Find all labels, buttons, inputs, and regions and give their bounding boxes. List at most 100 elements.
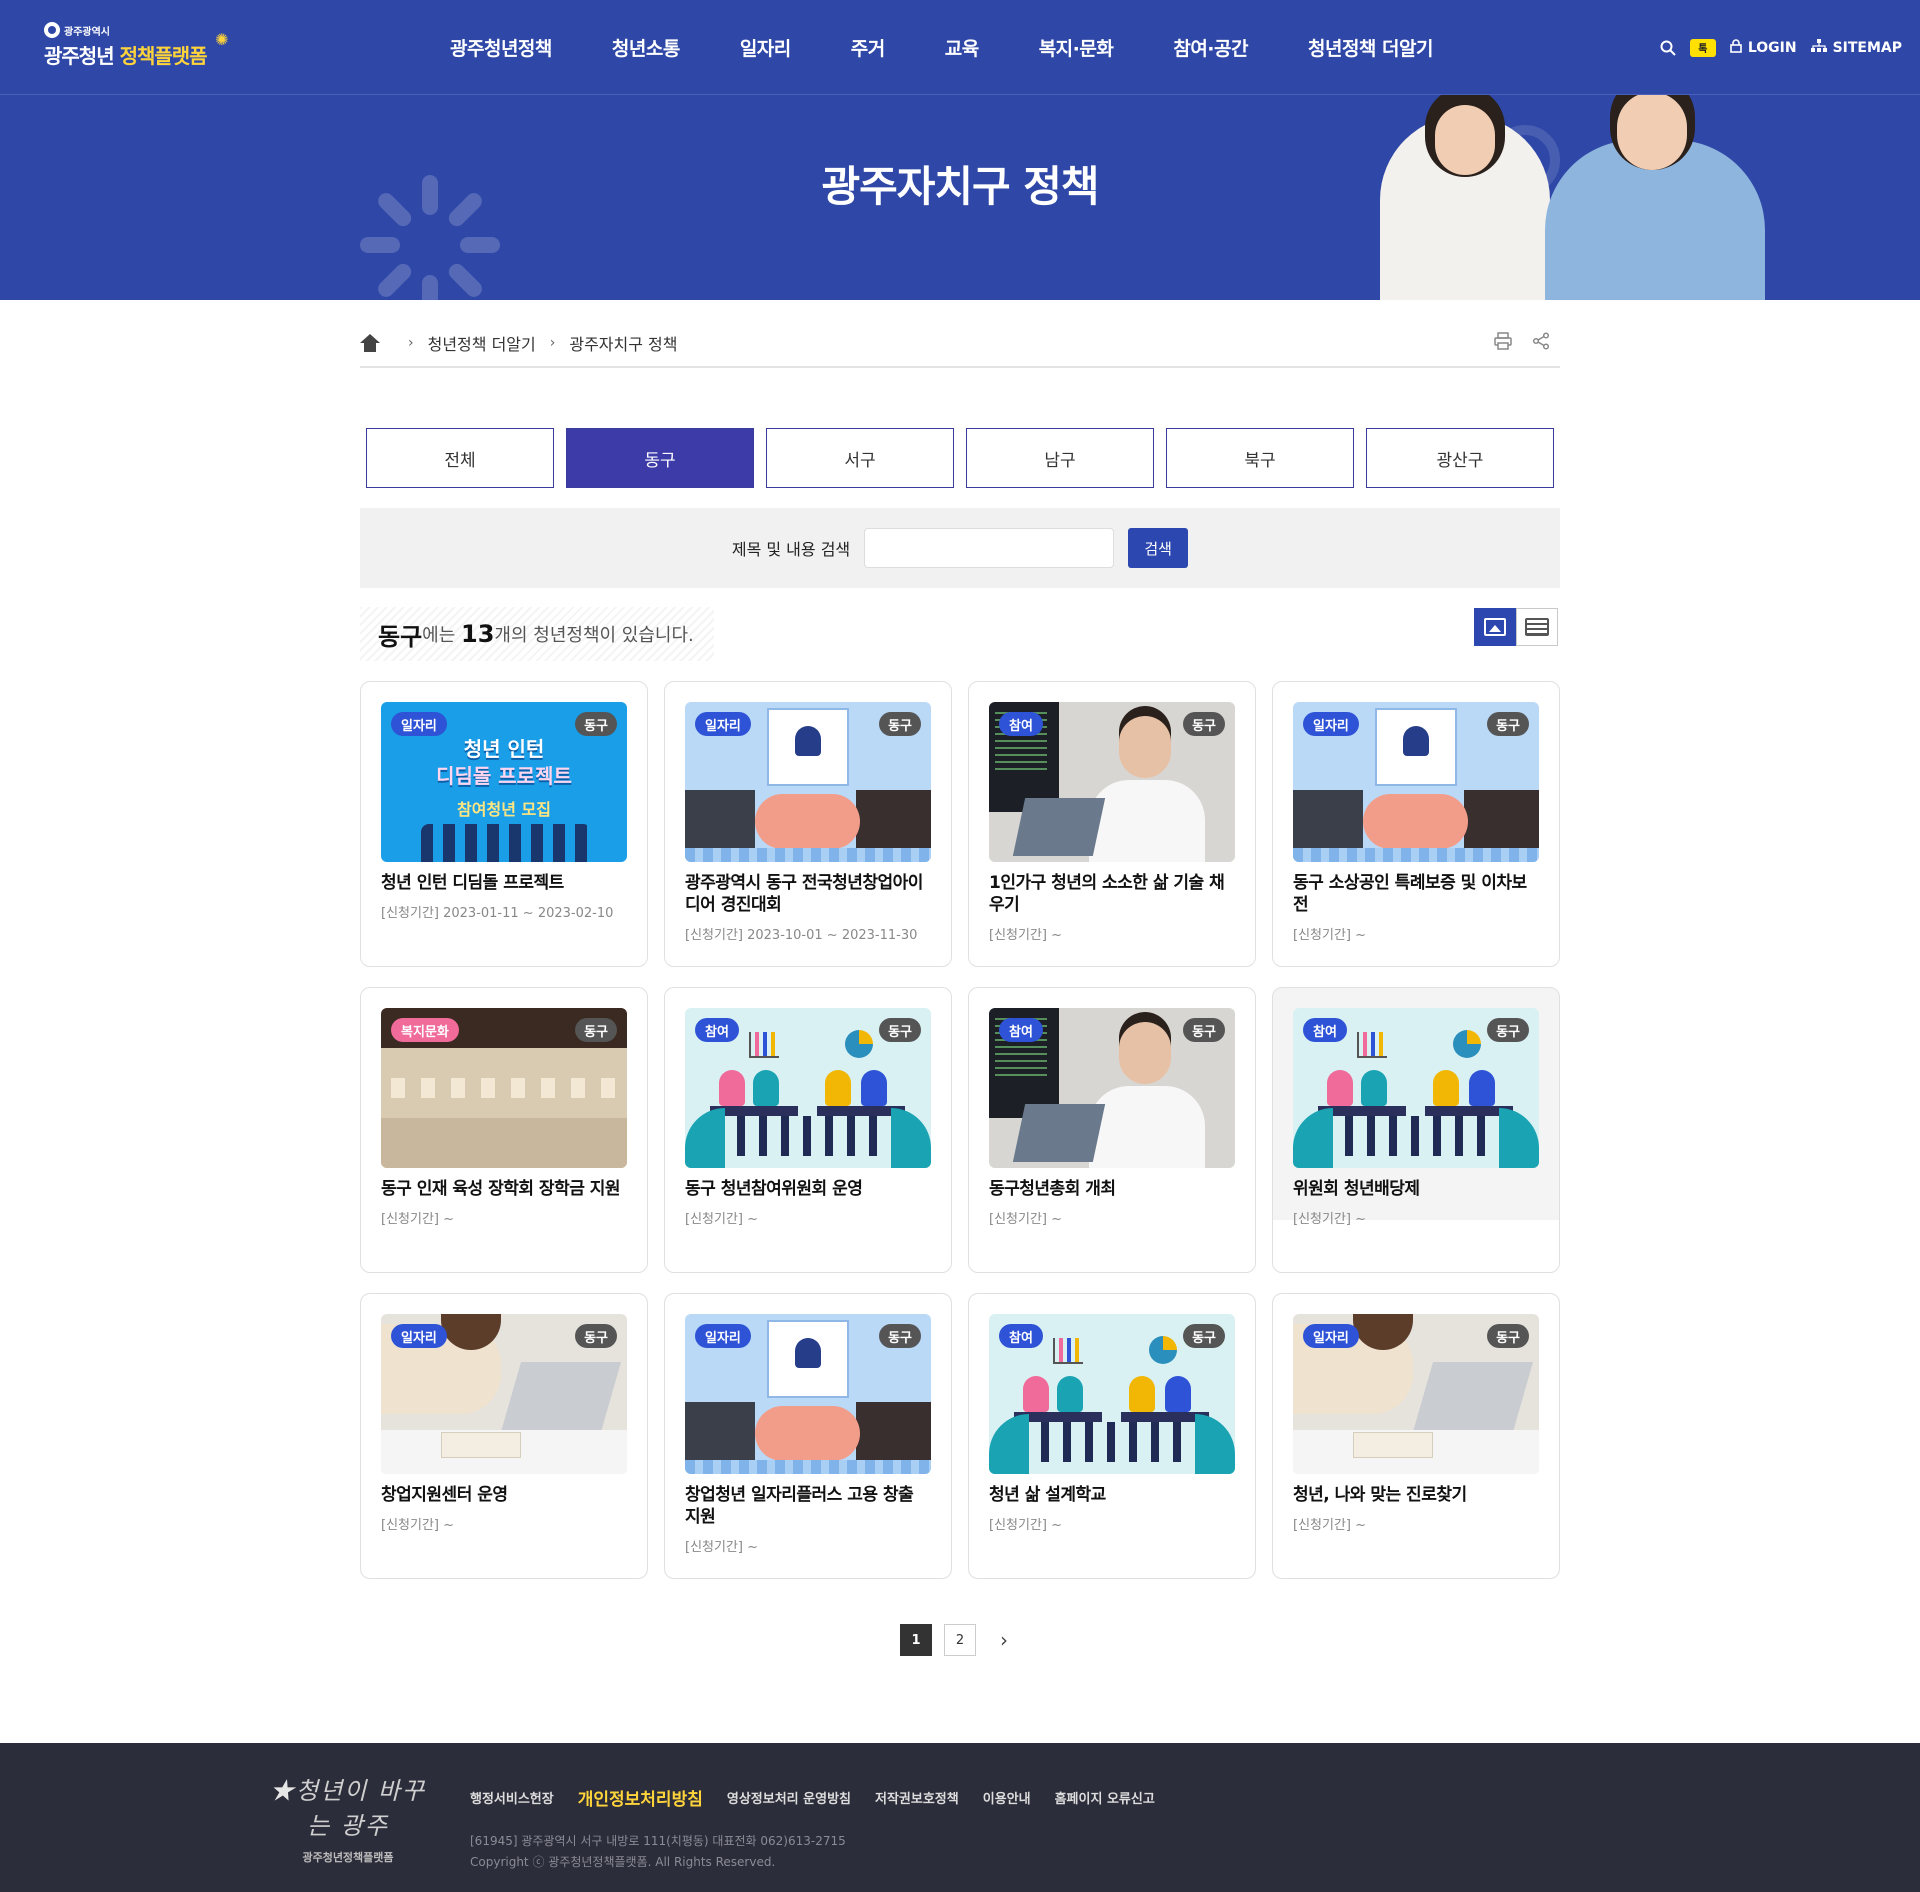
sitemap-link[interactable]: SITEMAP [1810, 38, 1902, 57]
thumb-line-1: 청년 인턴 [463, 737, 545, 761]
policy-thumbnail: 참여 동구 [685, 1008, 931, 1168]
policy-card[interactable]: 참여 동구 동구청년총회 개최 [신청기간] ~ [968, 987, 1256, 1273]
footer-link-copyright[interactable]: 저작권보호정책 [875, 1788, 959, 1807]
breadcrumb-item-more[interactable]: 청년정책 더알기 [428, 331, 536, 355]
policy-title[interactable]: 광주광역시 동구 전국청년창업아이디어 경진대회 [685, 872, 931, 916]
banner-person-man [1545, 95, 1765, 300]
page-banner: 광주자치구 정책 [0, 95, 1920, 300]
district-badge: 동구 [1487, 712, 1529, 736]
policy-thumbnail: 청년 인턴 디딤돌 프로젝트 참여청년 모집 일자리 동구 [381, 702, 627, 862]
category-badge: 참여 [695, 1018, 739, 1042]
pagination: 1 2 › [900, 1624, 1020, 1656]
policy-card[interactable]: 일자리 동구 창업지원센터 운영 [신청기간] ~ [360, 1293, 648, 1579]
policy-title[interactable]: 청년 인턴 디딤돌 프로젝트 [381, 872, 627, 894]
policy-card[interactable]: 일자리 동구 광주광역시 동구 전국청년창업아이디어 경진대회 [신청기간] 2… [664, 681, 952, 967]
nav-item-education[interactable]: 교육 [915, 34, 1009, 61]
nav-item-communication[interactable]: 청년소통 [582, 34, 710, 61]
nav-item-welfare[interactable]: 복지·문화 [1009, 34, 1144, 61]
policy-card[interactable]: 청년 인턴 디딤돌 프로젝트 참여청년 모집 일자리 동구 청년 인턴 디딤돌 프로… [360, 681, 648, 967]
policy-title[interactable]: 1인가구 청년의 소소한 삶 기술 채우기 [989, 872, 1235, 916]
footer-logo-name: 광주청년정책플랫폼 [302, 1851, 394, 1864]
gallery-view-button[interactable] [1474, 608, 1516, 646]
page-2[interactable]: 2 [944, 1624, 976, 1656]
page-1[interactable]: 1 [900, 1624, 932, 1656]
footer-link-error-report[interactable]: 홈페이지 오류신고 [1055, 1788, 1155, 1807]
home-icon[interactable] [360, 334, 380, 352]
policy-card[interactable]: 일자리 동구 청년, 나와 맞는 진로찾기 [신청기간] ~ [1272, 1293, 1560, 1579]
policy-title[interactable]: 동구청년총회 개최 [989, 1178, 1235, 1200]
nav-item-housing[interactable]: 주거 [821, 34, 915, 61]
policy-card-grid: 청년 인턴 디딤돌 프로젝트 참여청년 모집 일자리 동구 청년 인턴 디딤돌 프로… [360, 681, 1560, 1579]
sitemap-label: SITEMAP [1832, 39, 1902, 56]
logo-title-highlight: 정책플랫폼 [119, 44, 208, 68]
search-panel: 제목 및 내용 검색 검색 [360, 508, 1560, 588]
banner-person-woman [1380, 95, 1550, 300]
search-icon[interactable] [1660, 40, 1676, 56]
policy-card[interactable]: 참여 동구 위원회 청년배당제 [신청기간] ~ [1272, 987, 1560, 1273]
policy-thumbnail: 참여 동구 [989, 1314, 1235, 1474]
list-view-button[interactable] [1516, 608, 1558, 646]
policy-card[interactable]: 참여 동구 청년 삶 설계학교 [신청기간] ~ [968, 1293, 1256, 1579]
kakao-channel-icon[interactable]: 톡 [1689, 38, 1716, 57]
footer-link-guide[interactable]: 이용안내 [983, 1788, 1031, 1807]
share-icon[interactable] [1532, 332, 1550, 354]
footer-address: [61945] 광주광역시 서구 내방로 111(치평동) 대표전화 062)6… [470, 1831, 846, 1873]
tab-namgu[interactable]: 남구 [966, 428, 1154, 488]
policy-thumbnail: 참여 동구 [989, 702, 1235, 862]
thumb-line-2: 디딤돌 프로젝트 [436, 764, 572, 788]
tab-bukgu[interactable]: 북구 [1166, 428, 1354, 488]
nav-item-more[interactable]: 청년정책 더알기 [1278, 34, 1463, 61]
lightbulb-icon: ✺ [215, 30, 229, 49]
application-period: [신청기간] ~ [989, 1518, 1063, 1533]
nav-item-participation[interactable]: 참여·공간 [1143, 34, 1278, 61]
breadcrumb-item-current[interactable]: 광주자치구 정책 [569, 331, 677, 355]
nav-item-jobs[interactable]: 일자리 [710, 34, 821, 61]
tab-all[interactable]: 전체 [366, 428, 554, 488]
policy-title[interactable]: 창업청년 일자리플러스 고용 창출 지원 [685, 1484, 931, 1528]
application-period: [신청기간] ~ [1293, 1212, 1367, 1227]
category-badge: 일자리 [391, 1324, 447, 1348]
policy-card[interactable]: 복지문화 동구 동구 인재 육성 장학회 장학금 지원 [신청기간] ~ [360, 987, 648, 1273]
summary-text-2: 개의 청년정책이 있습니다. [494, 625, 694, 646]
policy-title[interactable]: 동구 청년참여위원회 운영 [685, 1178, 931, 1200]
policy-title[interactable]: 위원회 청년배당제 [1293, 1178, 1539, 1200]
login-label: LOGIN [1747, 39, 1797, 56]
footer-links: 행정서비스헌장 개인정보처리방침 영상정보처리 운영방침 저작권보호정책 이용안… [470, 1785, 1155, 1810]
category-badge: 일자리 [391, 712, 447, 736]
logo-title: 광주청년 정책플랫폼 [44, 40, 208, 69]
policy-title[interactable]: 청년 삶 설계학교 [989, 1484, 1235, 1506]
breadcrumb: › 청년정책 더알기 › 광주자치구 정책 [360, 320, 1560, 368]
tab-gwangsangu[interactable]: 광산구 [1366, 428, 1554, 488]
login-link[interactable]: LOGIN [1730, 38, 1797, 57]
policy-title[interactable]: 창업지원센터 운영 [381, 1484, 627, 1506]
search-input[interactable] [864, 528, 1115, 568]
district-badge: 동구 [879, 1018, 921, 1042]
footer-link-cctv[interactable]: 영상정보처리 운영방침 [727, 1788, 851, 1807]
district-badge: 동구 [575, 1018, 617, 1042]
next-page-icon[interactable]: › [988, 1624, 1020, 1656]
policy-card[interactable]: 참여 동구 동구 청년참여위원회 운영 [신청기간] ~ [664, 987, 952, 1273]
tab-seogu[interactable]: 서구 [766, 428, 954, 488]
footer-link-privacy[interactable]: 개인정보처리방침 [578, 1785, 703, 1810]
policy-card[interactable]: 일자리 동구 동구 소상공인 특례보증 및 이차보전 [신청기간] ~ [1272, 681, 1560, 967]
tab-donggu[interactable]: 동구 [566, 428, 754, 488]
policy-card[interactable]: 참여 동구 1인가구 청년의 소소한 삶 기술 채우기 [신청기간] ~ [968, 681, 1256, 967]
district-badge: 동구 [1487, 1018, 1529, 1042]
search-button[interactable]: 검색 [1128, 528, 1189, 568]
footer-logo: ★청년이 바꾸는 광주 광주청년정책플랫폼 [258, 1771, 438, 1865]
policy-title[interactable]: 동구 인재 육성 장학회 장학금 지원 [381, 1178, 627, 1200]
nav-item-policy[interactable]: 광주청년정책 [420, 34, 582, 61]
site-logo[interactable]: 광주광역시 광주청년 정책플랫폼 ✺ [44, 22, 229, 69]
policy-card[interactable]: 일자리 동구 창업청년 일자리플러스 고용 창출 지원 [신청기간] ~ [664, 1293, 952, 1579]
category-badge: 참여 [1303, 1018, 1347, 1042]
search-label: 제목 및 내용 검색 [731, 540, 851, 559]
footer-link-charter[interactable]: 행정서비스헌장 [470, 1788, 554, 1807]
policy-thumbnail: 일자리 동구 [685, 1314, 931, 1474]
policy-title[interactable]: 청년, 나와 맞는 진로찾기 [1293, 1484, 1539, 1506]
print-icon[interactable] [1494, 332, 1512, 354]
application-period: [신청기간] ~ [1293, 1518, 1367, 1533]
policy-title[interactable]: 동구 소상공인 특례보증 및 이차보전 [1293, 872, 1539, 916]
thumb-headline: 청년 인턴디딤돌 프로젝트 [381, 736, 627, 790]
sitemap-icon [1810, 38, 1827, 57]
application-period: [신청기간] ~ [989, 1212, 1063, 1227]
